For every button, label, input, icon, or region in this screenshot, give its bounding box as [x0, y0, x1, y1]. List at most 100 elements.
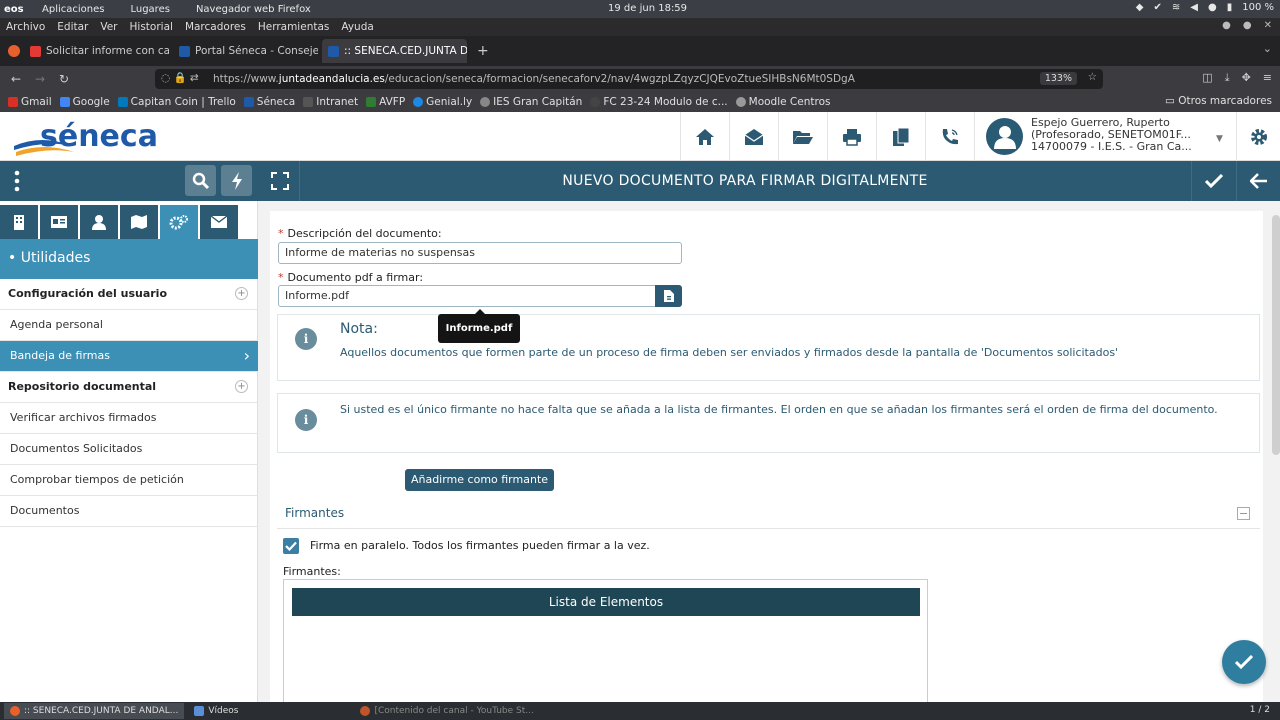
wifi-icon[interactable]: ≋: [1172, 2, 1180, 13]
sidebar-item-bandeja-firmas[interactable]: Bandeja de firmas ›: [0, 341, 258, 372]
bookmark-avfp[interactable]: AVFP: [366, 96, 405, 108]
os-logo[interactable]: eos: [0, 4, 34, 15]
confirm-floating-button[interactable]: [1222, 640, 1266, 684]
folder-button[interactable]: [778, 112, 827, 161]
collapse-icon[interactable]: [1237, 507, 1250, 520]
tab-alumnado[interactable]: [80, 205, 118, 239]
bookmark-intranet[interactable]: Intranet: [303, 96, 358, 108]
bookmark-ies[interactable]: IES Gran Capitán: [480, 96, 582, 108]
bookmark-trello[interactable]: Capitan Coin | Trello: [117, 96, 236, 108]
sidebar-item-repositorio[interactable]: Repositorio documental +: [0, 372, 258, 403]
menu-historial[interactable]: Historial: [130, 21, 173, 33]
network-icon[interactable]: ◆: [1136, 2, 1144, 13]
menu-ayuda[interactable]: Ayuda: [341, 21, 373, 33]
downloads-icon[interactable]: ⤓: [1225, 71, 1230, 85]
tab-evaluacion[interactable]: [120, 205, 158, 239]
workspace-indicator[interactable]: 1 / 2: [1250, 705, 1270, 715]
sidebar-item-agenda[interactable]: Agenda personal: [0, 310, 258, 341]
other-bookmarks[interactable]: ▭ Otros marcadores: [1165, 95, 1272, 107]
tab-personal[interactable]: [40, 205, 78, 239]
mail-button[interactable]: [729, 112, 778, 161]
os-menu-applications[interactable]: Aplicaciones: [42, 4, 104, 15]
settings-button[interactable]: [1236, 112, 1280, 161]
firefox-view-icon[interactable]: [8, 45, 20, 57]
task-youtube-studio[interactable]: [Contenido del canal - YouTube St...: [354, 703, 539, 719]
task-videos[interactable]: Vídeos: [188, 703, 244, 719]
info-box: i Si usted es el único firmante no hace …: [277, 393, 1260, 453]
bookmark-star-icon[interactable]: ☆: [1088, 71, 1097, 83]
tab-seneca-active[interactable]: :: SENECA.CED.JUNTA DE ✕: [322, 39, 467, 63]
tab-comunicaciones[interactable]: [200, 205, 238, 239]
reload-icon[interactable]: ↻: [52, 72, 76, 86]
phone-button[interactable]: [925, 112, 974, 161]
select-file-button[interactable]: [655, 285, 682, 307]
pocket-icon[interactable]: ◫: [1202, 71, 1212, 85]
page-scrollbar[interactable]: [1272, 215, 1280, 455]
tab-portal-seneca[interactable]: Portal Séneca - Consejerí ✕: [173, 39, 318, 63]
os-clock[interactable]: 19 de jun 18:59: [608, 3, 687, 14]
sidebar-item-configuracion[interactable]: Configuración del usuario +: [0, 279, 258, 310]
parallel-signature-checkbox[interactable]: [283, 538, 299, 554]
quick-action-button[interactable]: [221, 165, 252, 196]
sidebar-item-comprobar-tiempos[interactable]: Comprobar tiempos de petición: [0, 465, 258, 496]
more-vertical-icon[interactable]: [10, 169, 24, 193]
battery-icon[interactable]: ▮: [1227, 2, 1233, 13]
system-tray[interactable]: ◆ ✔ ≋ ◀ ● ▮ 100 %: [1136, 2, 1274, 13]
bookmark-moodle[interactable]: Moodle Centros: [735, 96, 830, 108]
tab-utilidades[interactable]: [160, 205, 198, 239]
check-icon[interactable]: ✔: [1153, 2, 1161, 13]
plus-icon[interactable]: +: [235, 287, 248, 300]
back-icon[interactable]: ←: [4, 72, 28, 86]
new-tab-icon[interactable]: +: [477, 43, 489, 59]
sidebar-item-documentos[interactable]: Documentos: [0, 496, 258, 527]
search-button[interactable]: [185, 165, 216, 196]
bookmark-gmail[interactable]: Gmail: [8, 96, 52, 108]
zoom-level[interactable]: 133%: [1039, 72, 1077, 85]
tab-centro[interactable]: [0, 205, 38, 239]
sidebar-item-verificar[interactable]: Verificar archivos firmados: [0, 403, 258, 434]
print-button[interactable]: [827, 112, 876, 161]
os-menu-browser[interactable]: Navegador web Firefox: [196, 4, 311, 15]
list-tabs-icon[interactable]: ⌄: [1263, 42, 1272, 55]
id-card-icon: [51, 216, 67, 228]
firefox-icon: [360, 706, 371, 716]
bookmark-genially[interactable]: Genial.ly: [413, 96, 472, 108]
accept-button[interactable]: [1191, 161, 1235, 201]
volume-icon[interactable]: ◀: [1190, 2, 1198, 13]
envelope-icon: [211, 216, 227, 228]
plus-icon[interactable]: +: [235, 380, 248, 393]
tab-solicitar-informe[interactable]: Solicitar informe con cali ✕: [24, 39, 169, 63]
menu-archivo[interactable]: Archivo: [6, 21, 45, 33]
extensions-icon[interactable]: ✥: [1242, 71, 1251, 85]
menu-ver[interactable]: Ver: [100, 21, 117, 33]
mic-icon[interactable]: ●: [1208, 2, 1217, 13]
pdf-file-input[interactable]: Informe.pdf: [278, 285, 656, 307]
os-menu-places[interactable]: Lugares: [130, 4, 169, 15]
back-button[interactable]: [1236, 161, 1280, 201]
task-firefox-seneca[interactable]: :: SENECA.CED.JUNTA DE ANDAL...: [4, 703, 185, 719]
url-bar[interactable]: ◌ 🔒 ⇄ https://www. juntadeandalucia.es/ed…: [155, 69, 1103, 89]
sidebar-item-documentos-solicitados[interactable]: Documentos Solicitados: [0, 434, 258, 465]
copy-button[interactable]: [876, 112, 925, 161]
forward-icon[interactable]: →: [28, 72, 52, 86]
close-window-icon[interactable]: ✕: [1264, 20, 1272, 31]
add-me-as-signer-button[interactable]: Añadirme como firmante: [405, 469, 554, 491]
seneca-logo[interactable]: séneca: [12, 116, 160, 158]
minimize-icon[interactable]: ●: [1222, 20, 1231, 31]
bookmark-google[interactable]: Google: [59, 96, 110, 108]
user-profile[interactable]: Espejo Guerrero, Ruperto (Profesorado, S…: [974, 112, 1236, 161]
bookmark-fc[interactable]: FC 23-24 Modulo de c...: [590, 96, 728, 108]
menu-editar[interactable]: Editar: [57, 21, 88, 33]
shield-icon[interactable]: ◌ 🔒 ⇄: [161, 71, 199, 84]
firefox-icon: [10, 706, 20, 716]
maximize-icon[interactable]: ●: [1243, 20, 1252, 31]
fullscreen-button[interactable]: [260, 161, 300, 201]
menu-herramientas[interactable]: Herramientas: [258, 21, 330, 33]
seneca-header: séneca Espejo Guerrero, Ruperto (Profeso…: [0, 112, 1280, 161]
home-button[interactable]: [680, 112, 729, 161]
description-input[interactable]: Informe de materias no suspensas: [278, 242, 682, 264]
hamburger-menu-icon[interactable]: ≡: [1263, 71, 1272, 85]
chevron-down-icon[interactable]: ▼: [1216, 134, 1223, 144]
bookmark-seneca[interactable]: Séneca: [243, 96, 295, 108]
menu-marcadores[interactable]: Marcadores: [185, 21, 246, 33]
